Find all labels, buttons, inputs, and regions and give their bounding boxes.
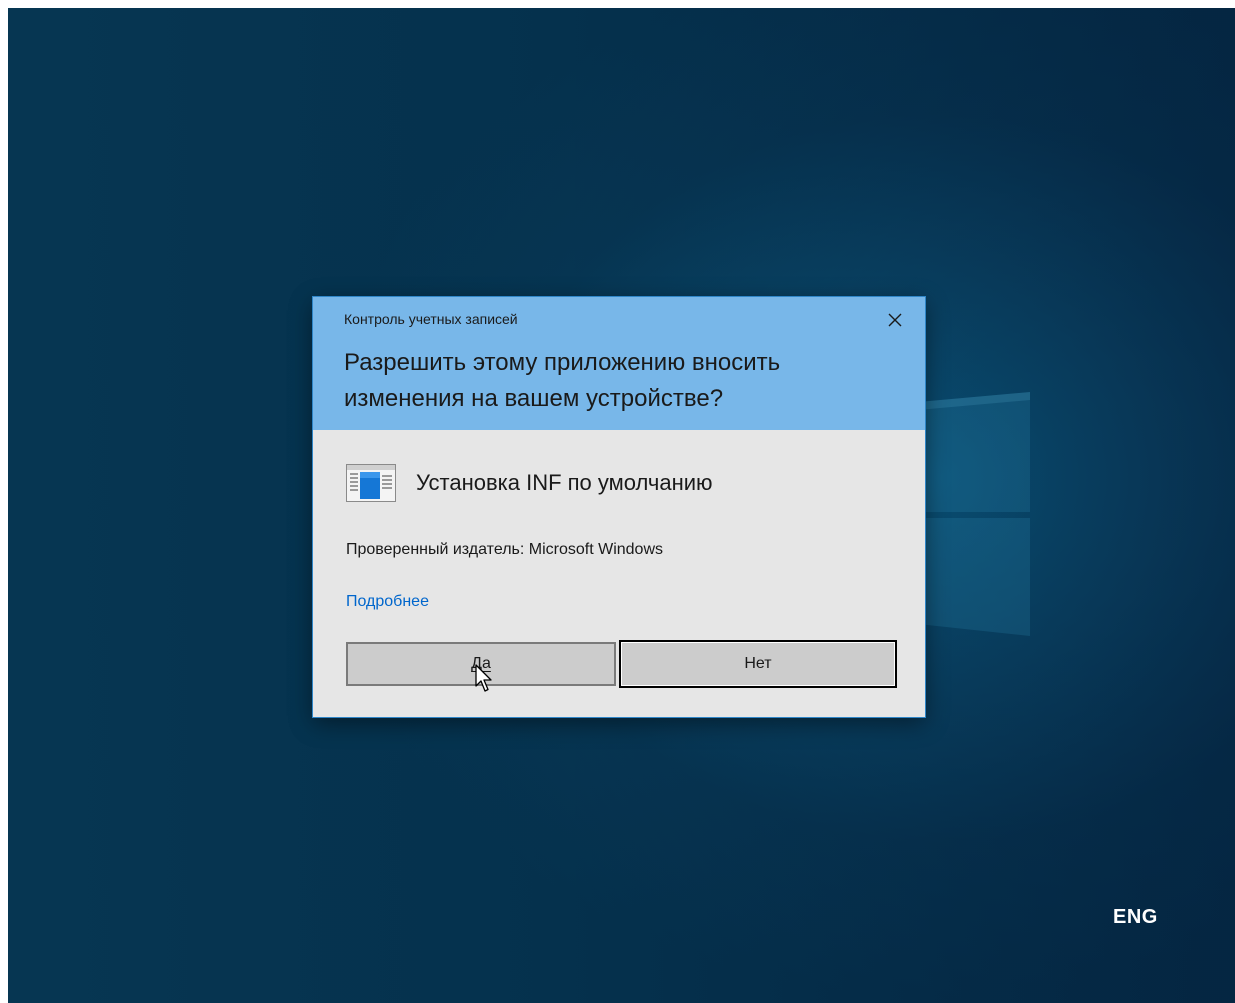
publisher-text: Проверенный издатель: Microsoft Windows <box>346 541 663 558</box>
no-button-label: Нет <box>744 655 772 672</box>
windows-logo-icon <box>918 380 1030 636</box>
uac-dialog: Контроль учетных записей Разрешить этому… <box>313 297 925 717</box>
language-indicator[interactable]: ENG <box>1113 906 1158 929</box>
no-button[interactable]: Нет <box>619 640 897 688</box>
yes-button[interactable]: Да <box>346 642 616 686</box>
app-info: Установка INF по умолчанию <box>346 464 713 502</box>
secure-desktop: Контроль учетных записей Разрешить этому… <box>8 8 1235 1003</box>
close-button[interactable] <box>881 307 909 333</box>
uac-header: Контроль учетных записей Разрешить этому… <box>313 297 925 430</box>
app-name: Установка INF по умолчанию <box>416 470 713 495</box>
installer-window-icon <box>346 464 396 502</box>
details-link[interactable]: Подробнее <box>346 593 429 611</box>
dialog-question: Разрешить этому приложению вносить измен… <box>344 349 781 412</box>
dialog-caption: Контроль учетных записей <box>344 311 518 327</box>
close-icon <box>888 313 902 327</box>
yes-button-label: Да <box>471 655 491 672</box>
